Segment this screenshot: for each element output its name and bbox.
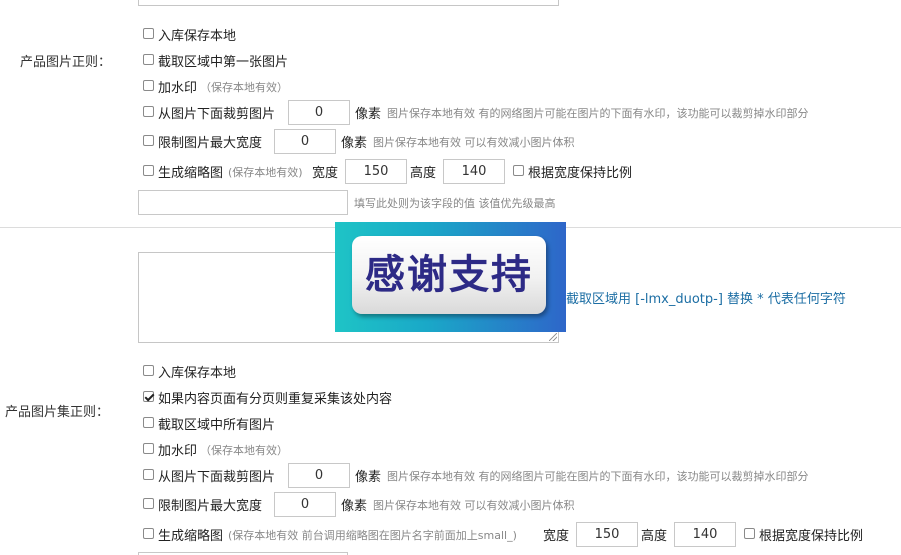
set-crop-unit: 像素 bbox=[355, 470, 382, 485]
save-local-checkbox[interactable] bbox=[143, 28, 154, 39]
set-thumbnail-width-input[interactable]: 150 bbox=[576, 522, 638, 547]
max-width-unit: 像素 bbox=[341, 136, 368, 151]
max-width-checkbox[interactable] bbox=[143, 135, 154, 146]
thumbnail-width-label: 宽度 bbox=[312, 166, 339, 181]
save-local-label: 入库保存本地 bbox=[158, 29, 237, 44]
set-thumbnail-checkbox[interactable] bbox=[143, 528, 154, 539]
crop-unit: 像素 bbox=[355, 107, 382, 122]
set-thumbnail-label: 生成缩略图 bbox=[158, 529, 224, 544]
crop-checkbox[interactable] bbox=[143, 106, 154, 117]
set-watermark-hint: （保存本地有效） bbox=[200, 444, 288, 457]
set-save-local-label: 入库保存本地 bbox=[158, 366, 237, 381]
set-max-width-checkbox[interactable] bbox=[143, 498, 154, 509]
thumbnail-checkbox[interactable] bbox=[143, 165, 154, 176]
default-value-hint: 填写此处则为该字段的值 该值优先级最高 bbox=[354, 197, 556, 210]
crop-hint: 图片保存本地有效 有的网络图片可能在图片的下面有水印，该功能可以裁剪掉水印部分 bbox=[387, 107, 809, 120]
regex-replace-hint: 截取区域用 [-lmx_duotp-] 替换 * 代表任何字符 bbox=[566, 292, 846, 307]
first-image-label: 截取区域中第一张图片 bbox=[158, 55, 289, 70]
keep-ratio-checkbox[interactable] bbox=[513, 165, 524, 176]
first-image-checkbox[interactable] bbox=[143, 54, 154, 65]
all-images-label: 截取区域中所有图片 bbox=[158, 418, 276, 433]
previous-textarea-edge bbox=[138, 0, 559, 6]
product-image-set-regex-label: 产品图片集正则： bbox=[5, 405, 110, 420]
max-width-input[interactable]: 0 bbox=[274, 129, 336, 154]
thanks-support-banner: 感谢支持 bbox=[335, 222, 566, 332]
banner-text: 感谢支持 bbox=[365, 252, 533, 298]
set-save-local-checkbox[interactable] bbox=[143, 365, 154, 376]
keep-ratio-label: 根据宽度保持比例 bbox=[528, 166, 633, 181]
set-crop-checkbox[interactable] bbox=[143, 469, 154, 480]
watermark-label: 加水印 bbox=[158, 81, 198, 96]
set-keep-ratio-checkbox[interactable] bbox=[744, 528, 755, 539]
set-watermark-checkbox[interactable] bbox=[143, 443, 154, 454]
set-crop-label: 从图片下面裁剪图片 bbox=[158, 470, 276, 485]
set-thumbnail-height-input[interactable]: 140 bbox=[674, 522, 736, 547]
set-crop-input[interactable]: 0 bbox=[288, 463, 350, 488]
repeat-pages-label: 如果内容页面有分页则重复采集该处内容 bbox=[158, 392, 393, 407]
thumbnail-width-input[interactable]: 150 bbox=[345, 159, 407, 184]
repeat-pages-checkbox[interactable] bbox=[143, 391, 154, 402]
set-max-width-unit: 像素 bbox=[341, 499, 368, 514]
crop-label: 从图片下面裁剪图片 bbox=[158, 107, 276, 122]
set-max-width-input[interactable]: 0 bbox=[274, 492, 336, 517]
thumbnail-height-label: 高度 bbox=[410, 166, 437, 181]
set-max-width-label: 限制图片最大宽度 bbox=[158, 499, 263, 514]
default-value-input[interactable] bbox=[138, 190, 348, 215]
thumbnail-height-input[interactable]: 140 bbox=[443, 159, 505, 184]
thumbnail-label: 生成缩略图 bbox=[158, 166, 224, 181]
resize-grip-icon[interactable] bbox=[549, 333, 557, 341]
thumbnail-hint: (保存本地有效) bbox=[228, 166, 303, 179]
set-thumbnail-width-label: 宽度 bbox=[543, 529, 570, 544]
watermark-hint: （保存本地有效） bbox=[200, 81, 288, 94]
watermark-checkbox[interactable] bbox=[143, 80, 154, 91]
all-images-checkbox[interactable] bbox=[143, 417, 154, 428]
set-max-width-hint: 图片保存本地有效 可以有效减小图片体积 bbox=[373, 499, 575, 512]
max-width-hint: 图片保存本地有效 可以有效减小图片体积 bbox=[373, 136, 575, 149]
set-watermark-label: 加水印 bbox=[158, 444, 198, 459]
product-image-regex-label: 产品图片正则： bbox=[20, 55, 112, 70]
set-crop-hint: 图片保存本地有效 有的网络图片可能在图片的下面有水印，该功能可以裁剪掉水印部分 bbox=[387, 470, 809, 483]
banner-card: 感谢支持 bbox=[352, 236, 546, 314]
set-keep-ratio-label: 根据宽度保持比例 bbox=[759, 529, 864, 544]
set-thumbnail-hint: (保存本地有效 前台调用缩略图在图片名字前面加上small_) bbox=[228, 529, 517, 542]
set-thumbnail-height-label: 高度 bbox=[641, 529, 668, 544]
max-width-label: 限制图片最大宽度 bbox=[158, 136, 263, 151]
crop-input[interactable]: 0 bbox=[288, 100, 350, 125]
